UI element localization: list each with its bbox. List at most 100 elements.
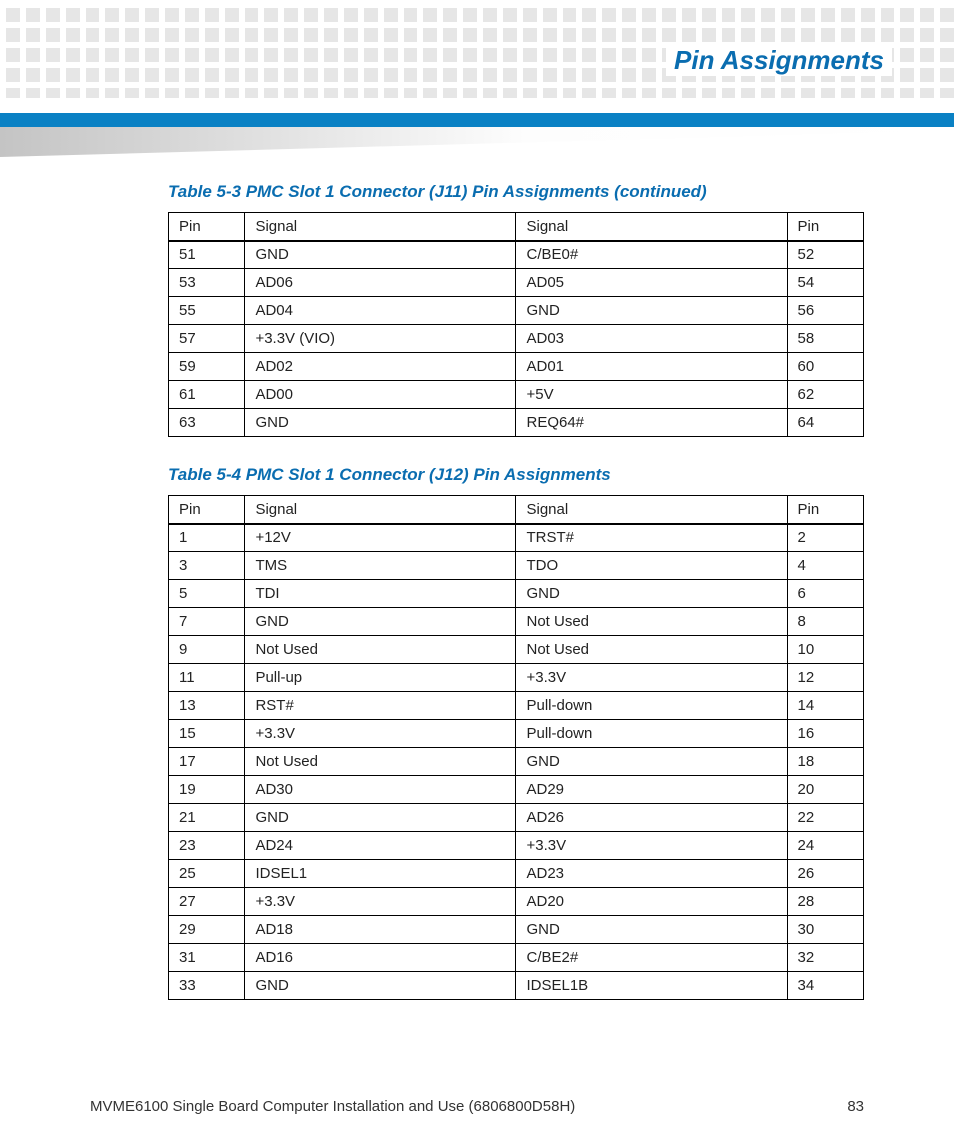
cell: 63 (169, 409, 245, 437)
cell: 64 (787, 409, 863, 437)
cell: 53 (169, 269, 245, 297)
table-row: 59AD02AD0160 (169, 353, 864, 381)
cell: RST# (245, 692, 516, 720)
table-row: 19AD30AD2920 (169, 776, 864, 804)
cell: 15 (169, 720, 245, 748)
cell: AD20 (516, 888, 787, 916)
footer-doc-title: MVME6100 Single Board Computer Installat… (90, 1098, 575, 1115)
cell: 6 (787, 580, 863, 608)
cell: GND (245, 409, 516, 437)
table-row: 9Not UsedNot Used10 (169, 636, 864, 664)
cell: AD06 (245, 269, 516, 297)
cell: 13 (169, 692, 245, 720)
cell: GND (516, 916, 787, 944)
cell: AD24 (245, 832, 516, 860)
cell: AD04 (245, 297, 516, 325)
cell: 52 (787, 241, 863, 269)
cell: 2 (787, 524, 863, 552)
table-row: 17Not UsedGND18 (169, 748, 864, 776)
col-pin-left: Pin (169, 213, 245, 241)
cell: 57 (169, 325, 245, 353)
table-row: 53AD06AD0554 (169, 269, 864, 297)
cell: 8 (787, 608, 863, 636)
cell: 58 (787, 325, 863, 353)
cell: Pull-up (245, 664, 516, 692)
cell: GND (245, 241, 516, 269)
cell: 16 (787, 720, 863, 748)
cell: 60 (787, 353, 863, 381)
cell: 22 (787, 804, 863, 832)
col-signal-left: Signal (245, 213, 516, 241)
cell: AD16 (245, 944, 516, 972)
cell: 59 (169, 353, 245, 381)
cell: 3 (169, 552, 245, 580)
cell: GND (516, 297, 787, 325)
cell: GND (245, 608, 516, 636)
cell: GND (245, 804, 516, 832)
cell: 26 (787, 860, 863, 888)
cell: AD05 (516, 269, 787, 297)
col-signal-right: Signal (516, 213, 787, 241)
cell: Not Used (245, 748, 516, 776)
table-5-4: Pin Signal Signal Pin 1+12VTRST#23TMSTDO… (168, 495, 864, 1000)
table-row: 13RST#Pull-down14 (169, 692, 864, 720)
cell: 33 (169, 972, 245, 1000)
cell: REQ64# (516, 409, 787, 437)
cell: C/BE2# (516, 944, 787, 972)
cell: Pull-down (516, 720, 787, 748)
cell: 19 (169, 776, 245, 804)
cell: AD03 (516, 325, 787, 353)
table-row: 21GNDAD2622 (169, 804, 864, 832)
header-blue-bar (0, 113, 954, 127)
cell: AD02 (245, 353, 516, 381)
cell: AD23 (516, 860, 787, 888)
cell: 28 (787, 888, 863, 916)
cell: 25 (169, 860, 245, 888)
cell: 54 (787, 269, 863, 297)
table-row: 11Pull-up+3.3V12 (169, 664, 864, 692)
cell: AD26 (516, 804, 787, 832)
table-row: 55AD04GND56 (169, 297, 864, 325)
cell: Not Used (245, 636, 516, 664)
section-title: Pin Assignments (666, 45, 892, 76)
header-gray-wedge (0, 127, 954, 157)
col-pin-right: Pin (787, 213, 863, 241)
cell: 9 (169, 636, 245, 664)
cell: 18 (787, 748, 863, 776)
cell: TDO (516, 552, 787, 580)
cell: TDI (245, 580, 516, 608)
footer-page-number: 83 (847, 1098, 864, 1115)
col-signal-right: Signal (516, 496, 787, 524)
cell: TRST# (516, 524, 787, 552)
table-row: 29AD18GND30 (169, 916, 864, 944)
cell: 21 (169, 804, 245, 832)
table-row: 61AD00+5V62 (169, 381, 864, 409)
cell: +3.3V (516, 664, 787, 692)
table-row: 33GNDIDSEL1B34 (169, 972, 864, 1000)
cell: GND (245, 972, 516, 1000)
cell: Pull-down (516, 692, 787, 720)
cell: +3.3V (245, 888, 516, 916)
cell: AD01 (516, 353, 787, 381)
cell: GND (516, 748, 787, 776)
cell: 61 (169, 381, 245, 409)
cell: AD00 (245, 381, 516, 409)
cell: 11 (169, 664, 245, 692)
col-pin-left: Pin (169, 496, 245, 524)
cell: 1 (169, 524, 245, 552)
cell: 62 (787, 381, 863, 409)
cell: 34 (787, 972, 863, 1000)
cell: +3.3V (VIO) (245, 325, 516, 353)
table-row: 57+3.3V (VIO)AD0358 (169, 325, 864, 353)
cell: +3.3V (516, 832, 787, 860)
col-signal-left: Signal (245, 496, 516, 524)
cell: 55 (169, 297, 245, 325)
cell: TMS (245, 552, 516, 580)
table-5-3-caption: Table 5-3 PMC Slot 1 Connector (J11) Pin… (168, 182, 864, 202)
cell: 14 (787, 692, 863, 720)
table-row: 1+12VTRST#2 (169, 524, 864, 552)
cell: AD30 (245, 776, 516, 804)
cell: 5 (169, 580, 245, 608)
table-row: 25IDSEL1AD2326 (169, 860, 864, 888)
cell: Not Used (516, 608, 787, 636)
